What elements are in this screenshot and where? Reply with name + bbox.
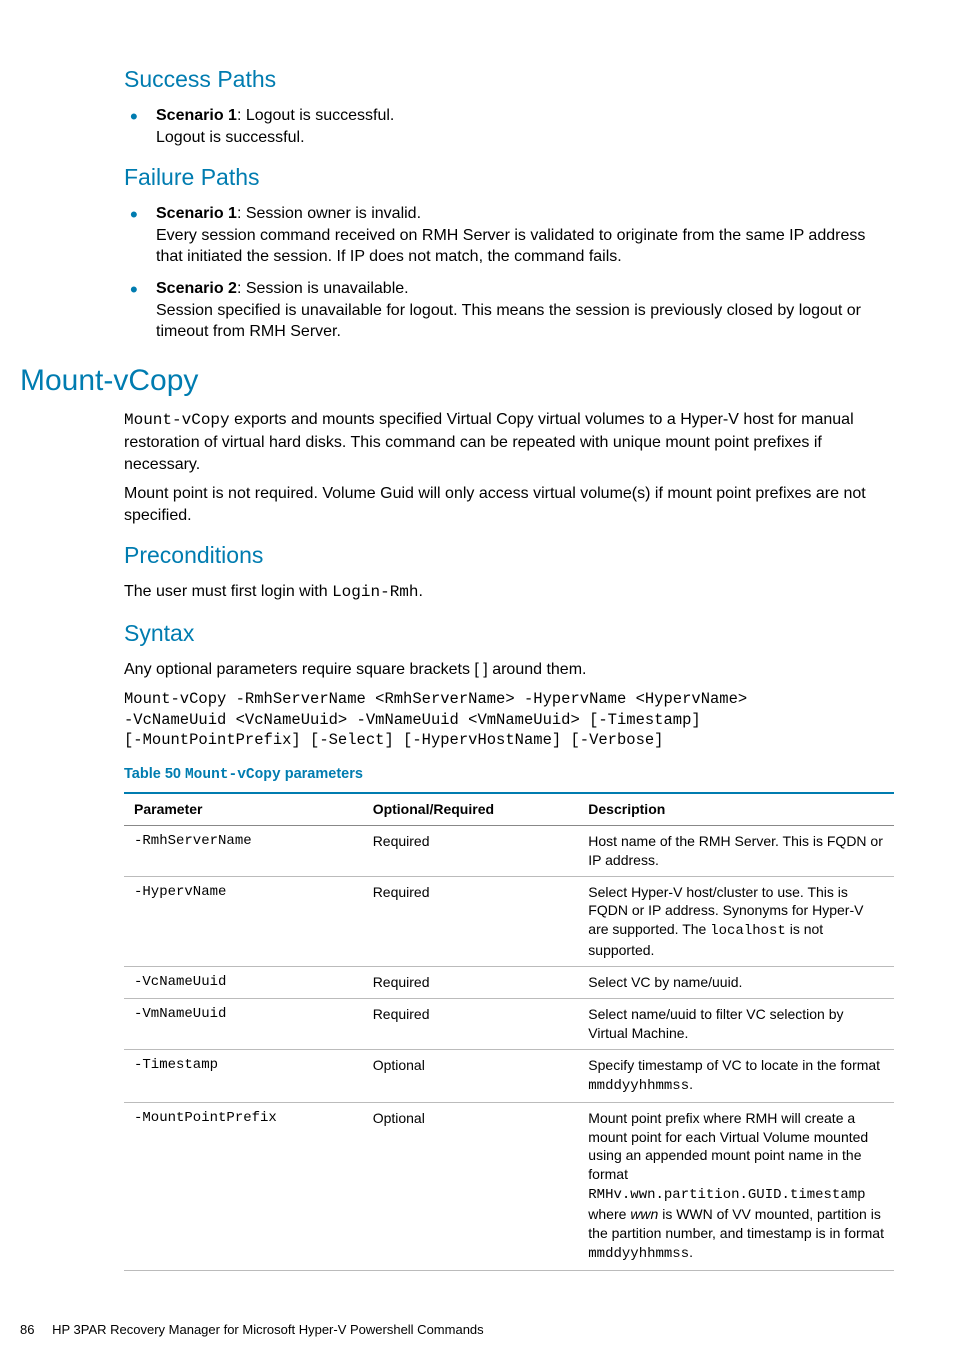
cell-optional-required: Required: [363, 825, 579, 876]
text-run: Select VC by name/uuid.: [588, 974, 742, 990]
cell-optional-required: Required: [363, 876, 579, 967]
heading-mount-vcopy: Mount-vCopy: [20, 361, 894, 402]
scenario-detail: Logout is successful.: [156, 127, 894, 149]
cell-optional-required: Required: [363, 999, 579, 1050]
cell-parameter: -VcNameUuid: [124, 967, 363, 999]
scenario-label: Scenario 1: [156, 107, 237, 124]
heading-syntax: Syntax: [124, 618, 894, 649]
syntax-note: Any optional parameters require square b…: [124, 659, 894, 681]
scenario-label: Scenario 2: [156, 280, 237, 297]
intro-text: exports and mounts specified Virtual Cop…: [124, 411, 854, 472]
page-footer: 86 HP 3PAR Recovery Manager for Microsof…: [20, 1321, 894, 1339]
scenario-summary: : Session owner is invalid.: [237, 205, 421, 222]
list-item: Scenario 2: Session is unavailable. Sess…: [124, 278, 894, 343]
cell-parameter: -VmNameUuid: [124, 999, 363, 1050]
text-run: wwn: [630, 1206, 658, 1222]
heading-preconditions: Preconditions: [124, 540, 894, 571]
text-run: .: [689, 1244, 693, 1260]
cell-parameter: -Timestamp: [124, 1049, 363, 1102]
table-caption-cmd: Mount-vCopy: [185, 767, 281, 783]
table-caption: Table 50 Mount-vCopy parameters: [124, 765, 894, 786]
scenario-summary: : Logout is successful.: [237, 107, 394, 124]
intro-paragraph-2: Mount point is not required. Volume Guid…: [124, 483, 894, 526]
preconditions-text: The user must first login with Login-Rmh…: [124, 581, 894, 604]
heading-failure-paths: Failure Paths: [124, 162, 894, 193]
cell-description: Mount point prefix where RMH will create…: [578, 1102, 894, 1270]
col-header-description: Description: [578, 793, 894, 825]
cell-parameter: -RmhServerName: [124, 825, 363, 876]
list-item: Scenario 1: Session owner is invalid. Ev…: [124, 203, 894, 268]
command-name: Login-Rmh: [332, 583, 418, 601]
intro-paragraph: Mount-vCopy exports and mounts specified…: [124, 409, 894, 475]
text-run: localhost: [710, 923, 786, 939]
scenario-summary: : Session is unavailable.: [237, 280, 409, 297]
scenario-detail: Session specified is unavailable for log…: [156, 300, 894, 343]
table-header-row: Parameter Optional/Required Description: [124, 793, 894, 825]
text-run: .: [419, 583, 423, 600]
table-number: Table 50: [124, 766, 185, 782]
table-row: -VcNameUuidRequired Select VC by name/uui…: [124, 967, 894, 999]
text-run: .: [689, 1076, 693, 1092]
cell-optional-required: Optional: [363, 1049, 579, 1102]
cell-description: Select name/uuid to filter VC selection …: [578, 999, 894, 1050]
table-row: -TimestampOptional Specify timestamp of V…: [124, 1049, 894, 1102]
text-run: The user must first login with: [124, 583, 332, 600]
cell-optional-required: Required: [363, 967, 579, 999]
table-row: -MountPointPrefixOptionalMount point pre…: [124, 1102, 894, 1270]
scenario-detail: Every session command received on RMH Se…: [156, 225, 894, 268]
cell-parameter: -MountPointPrefix: [124, 1102, 363, 1270]
table-row: -HypervNameRequiredSelect Hyper-V host/c…: [124, 876, 894, 967]
heading-success-paths: Success Paths: [124, 64, 894, 95]
table-caption-title: parameters: [281, 766, 363, 782]
text-run: RMHv.wwn.partition.GUID.timestamp: [588, 1187, 865, 1203]
text-run: mmddyyhhmmss: [588, 1246, 689, 1262]
footer-title: HP 3PAR Recovery Manager for Microsoft H…: [52, 1322, 484, 1337]
cell-description: Select VC by name/uuid.: [578, 967, 894, 999]
text-run: mmddyyhhmmss: [588, 1078, 689, 1094]
text-run: Specify timestamp of VC to locate in the…: [588, 1057, 880, 1073]
scenario-label: Scenario 1: [156, 205, 237, 222]
list-item: Scenario 1: Logout is successful. Logout…: [124, 105, 894, 148]
cell-description: Host name of the RMH Server. This is FQD…: [578, 825, 894, 876]
text-run: Host name of the RMH Server. This is FQD…: [588, 833, 883, 868]
cell-optional-required: Optional: [363, 1102, 579, 1270]
cell-parameter: -HypervName: [124, 876, 363, 967]
command-name: Mount-vCopy: [124, 411, 230, 429]
text-run: Mount point prefix where RMH will create…: [588, 1110, 868, 1183]
parameters-table: Parameter Optional/Required Description …: [124, 792, 894, 1271]
col-header-optional-required: Optional/Required: [363, 793, 579, 825]
failure-list: Scenario 1: Session owner is invalid. Ev…: [124, 203, 894, 343]
text-run: where: [588, 1206, 630, 1222]
col-header-parameter: Parameter: [124, 793, 363, 825]
page-number: 86: [20, 1321, 34, 1339]
table-row: -VmNameUuidRequired Select name/uuid to f…: [124, 999, 894, 1050]
cell-description: Specify timestamp of VC to locate in the…: [578, 1049, 894, 1102]
cell-description: Select Hyper-V host/cluster to use. This…: [578, 876, 894, 967]
success-list: Scenario 1: Logout is successful. Logout…: [124, 105, 894, 148]
syntax-code: Mount-vCopy -RmhServerName <RmhServerNam…: [124, 689, 894, 752]
text-run: Select name/uuid to filter VC selection …: [588, 1006, 843, 1041]
table-row: -RmhServerNameRequired Host name of the R…: [124, 825, 894, 876]
